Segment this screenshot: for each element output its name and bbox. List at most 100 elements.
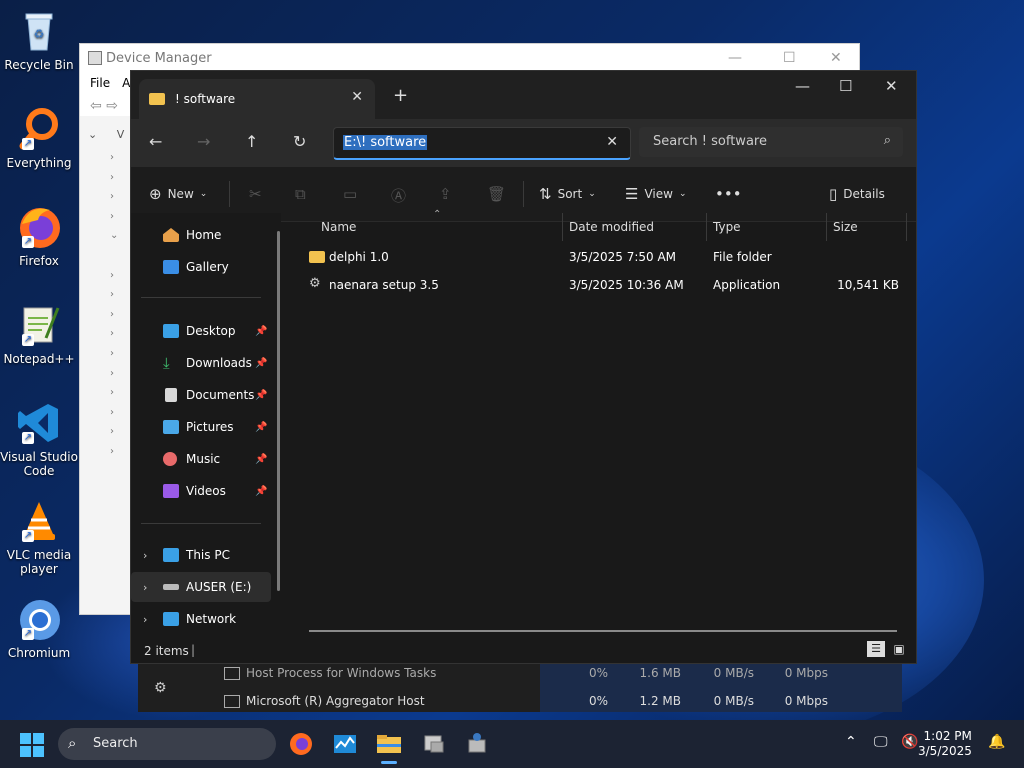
tree-expanders[interactable]: › › › › ⌄ › › › › › › › › › › bbox=[110, 148, 118, 462]
desktop-icon-recycle-bin[interactable]: ♻ Recycle Bin bbox=[0, 8, 78, 72]
copy-button[interactable]: ⧉ bbox=[295, 185, 306, 203]
start-button[interactable] bbox=[20, 733, 44, 760]
nav-item-music[interactable]: Music 📌 bbox=[131, 444, 271, 474]
nav-scrollbar[interactable] bbox=[277, 231, 280, 591]
back-arrow-icon[interactable]: ⇦ bbox=[90, 98, 102, 114]
more-options-button[interactable]: ••• bbox=[715, 185, 742, 203]
desktop-icon-everything[interactable]: ↗ Everything bbox=[0, 106, 78, 170]
new-tab-icon[interactable]: + bbox=[393, 85, 408, 106]
minimize-icon[interactable]: — bbox=[795, 77, 810, 95]
forward-arrow-icon[interactable]: → bbox=[197, 132, 210, 151]
file-list-scrollbar[interactable] bbox=[309, 630, 897, 632]
nav-item-documents[interactable]: Documents 📌 bbox=[131, 380, 271, 410]
chevron-up-icon[interactable]: ⌃ bbox=[845, 734, 857, 750]
close-icon[interactable]: ✕ bbox=[830, 50, 842, 66]
view-button[interactable]: ☰ View ⌄ bbox=[625, 185, 686, 203]
desktop-icon-chromium[interactable]: ↗ Chromium bbox=[0, 596, 78, 660]
process-memory: 1.6 MB bbox=[639, 666, 681, 680]
nav-item-drive-e[interactable]: › AUSER (E:) bbox=[131, 572, 271, 602]
chevron-right-icon[interactable]: › bbox=[143, 581, 147, 594]
address-input[interactable]: E:\! software ✕ bbox=[333, 127, 631, 160]
sort-button[interactable]: ⇅ Sort ⌄ bbox=[539, 185, 596, 203]
column-separator[interactable] bbox=[906, 213, 907, 241]
close-icon[interactable]: ✕ bbox=[885, 77, 898, 95]
nav-item-network[interactable]: › Network bbox=[131, 604, 271, 634]
folder-icon bbox=[309, 251, 325, 263]
nav-item-videos[interactable]: Videos 📌 bbox=[131, 476, 271, 506]
forward-arrow-icon[interactable]: ⇨ bbox=[106, 98, 118, 114]
up-arrow-icon[interactable]: ↑ bbox=[245, 132, 258, 151]
table-row[interactable]: Microsoft (R) Aggregator Host 0% 1.2 MB … bbox=[138, 688, 902, 714]
table-row[interactable]: ⚙ naenara setup 3.5 3/5/2025 10:36 AM Ap… bbox=[289, 272, 915, 298]
column-header-date[interactable]: Date modified bbox=[569, 213, 654, 241]
nav-item-this-pc[interactable]: › This PC bbox=[131, 540, 271, 570]
clear-address-icon[interactable]: ✕ bbox=[606, 134, 618, 150]
new-button[interactable]: ⊕ New ⌄ bbox=[149, 185, 207, 203]
taskbar-firefox[interactable] bbox=[285, 728, 317, 760]
minimize-icon[interactable]: — bbox=[728, 50, 742, 66]
cut-button[interactable]: ✂ bbox=[249, 185, 262, 203]
explorer-tab[interactable]: ! software ✕ bbox=[139, 79, 375, 119]
pin-icon[interactable]: 📌 bbox=[255, 326, 267, 337]
tab-close-icon[interactable]: ✕ bbox=[351, 89, 363, 105]
shortcut-arrow-icon: ↗ bbox=[22, 236, 34, 248]
rename-button[interactable]: Ⓐ bbox=[391, 185, 406, 206]
nav-item-pictures[interactable]: Pictures 📌 bbox=[131, 412, 271, 442]
maximize-icon[interactable]: ☐ bbox=[783, 50, 796, 66]
back-arrow-icon[interactable]: ← bbox=[149, 132, 162, 151]
delete-button[interactable]: 🗑 bbox=[487, 185, 506, 203]
taskbar-file-explorer[interactable] bbox=[373, 728, 405, 764]
notification-bell-icon[interactable]: 🔔 bbox=[988, 734, 1005, 750]
desktop-icon-vscode[interactable]: ↗ Visual Studio Code bbox=[0, 400, 78, 478]
desktop-icon-firefox[interactable]: ↗ Firefox bbox=[0, 204, 78, 268]
table-row[interactable]: delphi 1.0 3/5/2025 7:50 AM File folder bbox=[289, 244, 915, 270]
large-icons-view-icon[interactable]: ▣ bbox=[891, 641, 907, 657]
search-input[interactable]: Search ! software ⌕ bbox=[639, 127, 903, 157]
taskbar-installer[interactable] bbox=[461, 728, 493, 760]
nav-item-downloads[interactable]: ⤓ Downloads 📌 bbox=[131, 348, 271, 378]
volume-muted-icon[interactable]: 🔇 bbox=[901, 734, 918, 750]
pin-icon[interactable]: 📌 bbox=[255, 390, 267, 401]
gallery-icon bbox=[163, 260, 179, 274]
maximize-icon[interactable]: ☐ bbox=[839, 77, 852, 95]
refresh-icon[interactable]: ↻ bbox=[293, 132, 306, 151]
column-header-size[interactable]: Size bbox=[833, 213, 858, 241]
column-separator[interactable] bbox=[706, 213, 707, 241]
task-manager-window[interactable]: ⚙ Host Process for Windows Tasks 0% 1.6 … bbox=[138, 660, 902, 712]
nav-item-home[interactable]: Home bbox=[131, 220, 271, 250]
paste-button[interactable]: ▭ bbox=[343, 185, 357, 203]
tree-expander[interactable]: ⌄ V bbox=[88, 128, 124, 141]
taskbar-clock[interactable]: 1:02 PM 3/5/2025 bbox=[918, 729, 972, 759]
share-button[interactable]: ⇪ bbox=[439, 185, 452, 203]
pin-icon[interactable]: 📌 bbox=[255, 454, 267, 465]
nav-item-gallery[interactable]: Gallery bbox=[131, 252, 271, 282]
chevron-right-icon[interactable]: › bbox=[143, 549, 147, 562]
taskbar-task-manager[interactable] bbox=[329, 728, 361, 760]
process-icon bbox=[224, 667, 240, 680]
pin-icon[interactable]: 📌 bbox=[255, 422, 267, 433]
nav-item-desktop[interactable]: Desktop 📌 bbox=[131, 316, 271, 346]
network-status-icon[interactable]: 🖵 bbox=[874, 734, 888, 750]
pin-icon[interactable]: 📌 bbox=[255, 358, 267, 369]
pin-icon[interactable]: 📌 bbox=[255, 486, 267, 497]
tree-root-label: V bbox=[116, 128, 125, 141]
details-button[interactable]: ▯ Details bbox=[829, 185, 885, 203]
menu-file[interactable]: File bbox=[90, 76, 110, 90]
device-manager-titlebar[interactable]: Device Manager — ☐ ✕ bbox=[80, 44, 859, 72]
column-header-name[interactable]: Name bbox=[321, 213, 356, 241]
column-separator[interactable] bbox=[826, 213, 827, 241]
windows-logo-icon bbox=[20, 733, 44, 757]
file-explorer-window[interactable]: ! software ✕ + — ☐ ✕ ← → ↑ ↻ E:\! softwa… bbox=[130, 70, 917, 664]
file-size: 10,541 KB bbox=[837, 278, 899, 292]
taskbar-device-manager[interactable] bbox=[417, 728, 449, 760]
desktop-icon-notepadpp[interactable]: ↗ Notepad++ bbox=[0, 302, 78, 366]
tab-title: ! software bbox=[175, 92, 236, 106]
details-view-icon[interactable]: ☰ bbox=[867, 641, 885, 657]
column-separator[interactable] bbox=[562, 213, 563, 241]
copy-icon: ⧉ bbox=[295, 185, 306, 203]
desktop-icon-vlc[interactable]: ↗ VLC media player bbox=[0, 498, 78, 576]
sort-icon: ⇅ bbox=[539, 185, 552, 203]
taskbar-search[interactable]: ⌕ Search bbox=[58, 728, 276, 760]
chevron-right-icon[interactable]: › bbox=[143, 613, 147, 626]
column-header-type[interactable]: Type bbox=[713, 213, 741, 241]
